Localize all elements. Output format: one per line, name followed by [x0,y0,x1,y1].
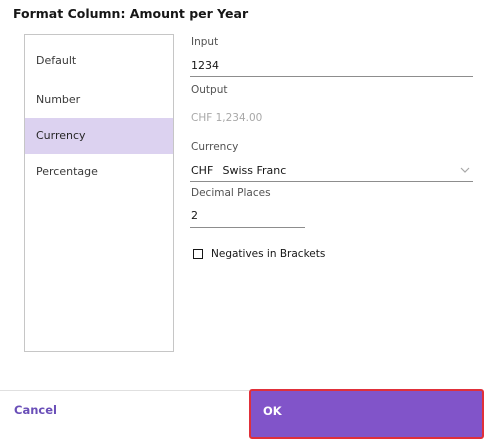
negatives-in-brackets-option[interactable]: Negatives in Brackets [193,246,325,262]
dialog-footer: Cancel OK [0,387,484,442]
format-item-number[interactable]: Number [25,82,173,118]
output-preview: CHF 1,234.00 [191,112,263,124]
format-item-default[interactable]: Default [25,43,173,79]
format-item-currency[interactable]: Currency [25,118,173,154]
format-item-percentage[interactable]: Percentage [25,154,173,190]
output-label: Output [191,84,228,96]
decimal-places-underline [190,227,305,228]
currency-label: Currency [191,141,239,153]
decimal-places-field[interactable]: 2 [190,205,305,227]
negatives-label: Negatives in Brackets [211,248,326,260]
currency-code: CHF [191,164,214,177]
currency-dropdown[interactable]: CHF Swiss Franc [190,161,473,181]
ok-button[interactable]: OK [249,389,484,439]
cancel-button[interactable]: Cancel [0,391,249,439]
input-underline [190,76,473,77]
currency-underline [190,181,473,182]
decimal-places-label: Decimal Places [191,187,271,199]
format-type-list: Default Number Currency Percentage [24,34,174,352]
negatives-checkbox[interactable] [193,249,203,259]
currency-name: Swiss Franc [222,164,287,177]
input-field[interactable]: 1234 [190,55,390,77]
chevron-down-icon [460,167,470,173]
dialog-title: Format Column: Amount per Year [13,6,249,21]
input-label: Input [191,36,219,48]
